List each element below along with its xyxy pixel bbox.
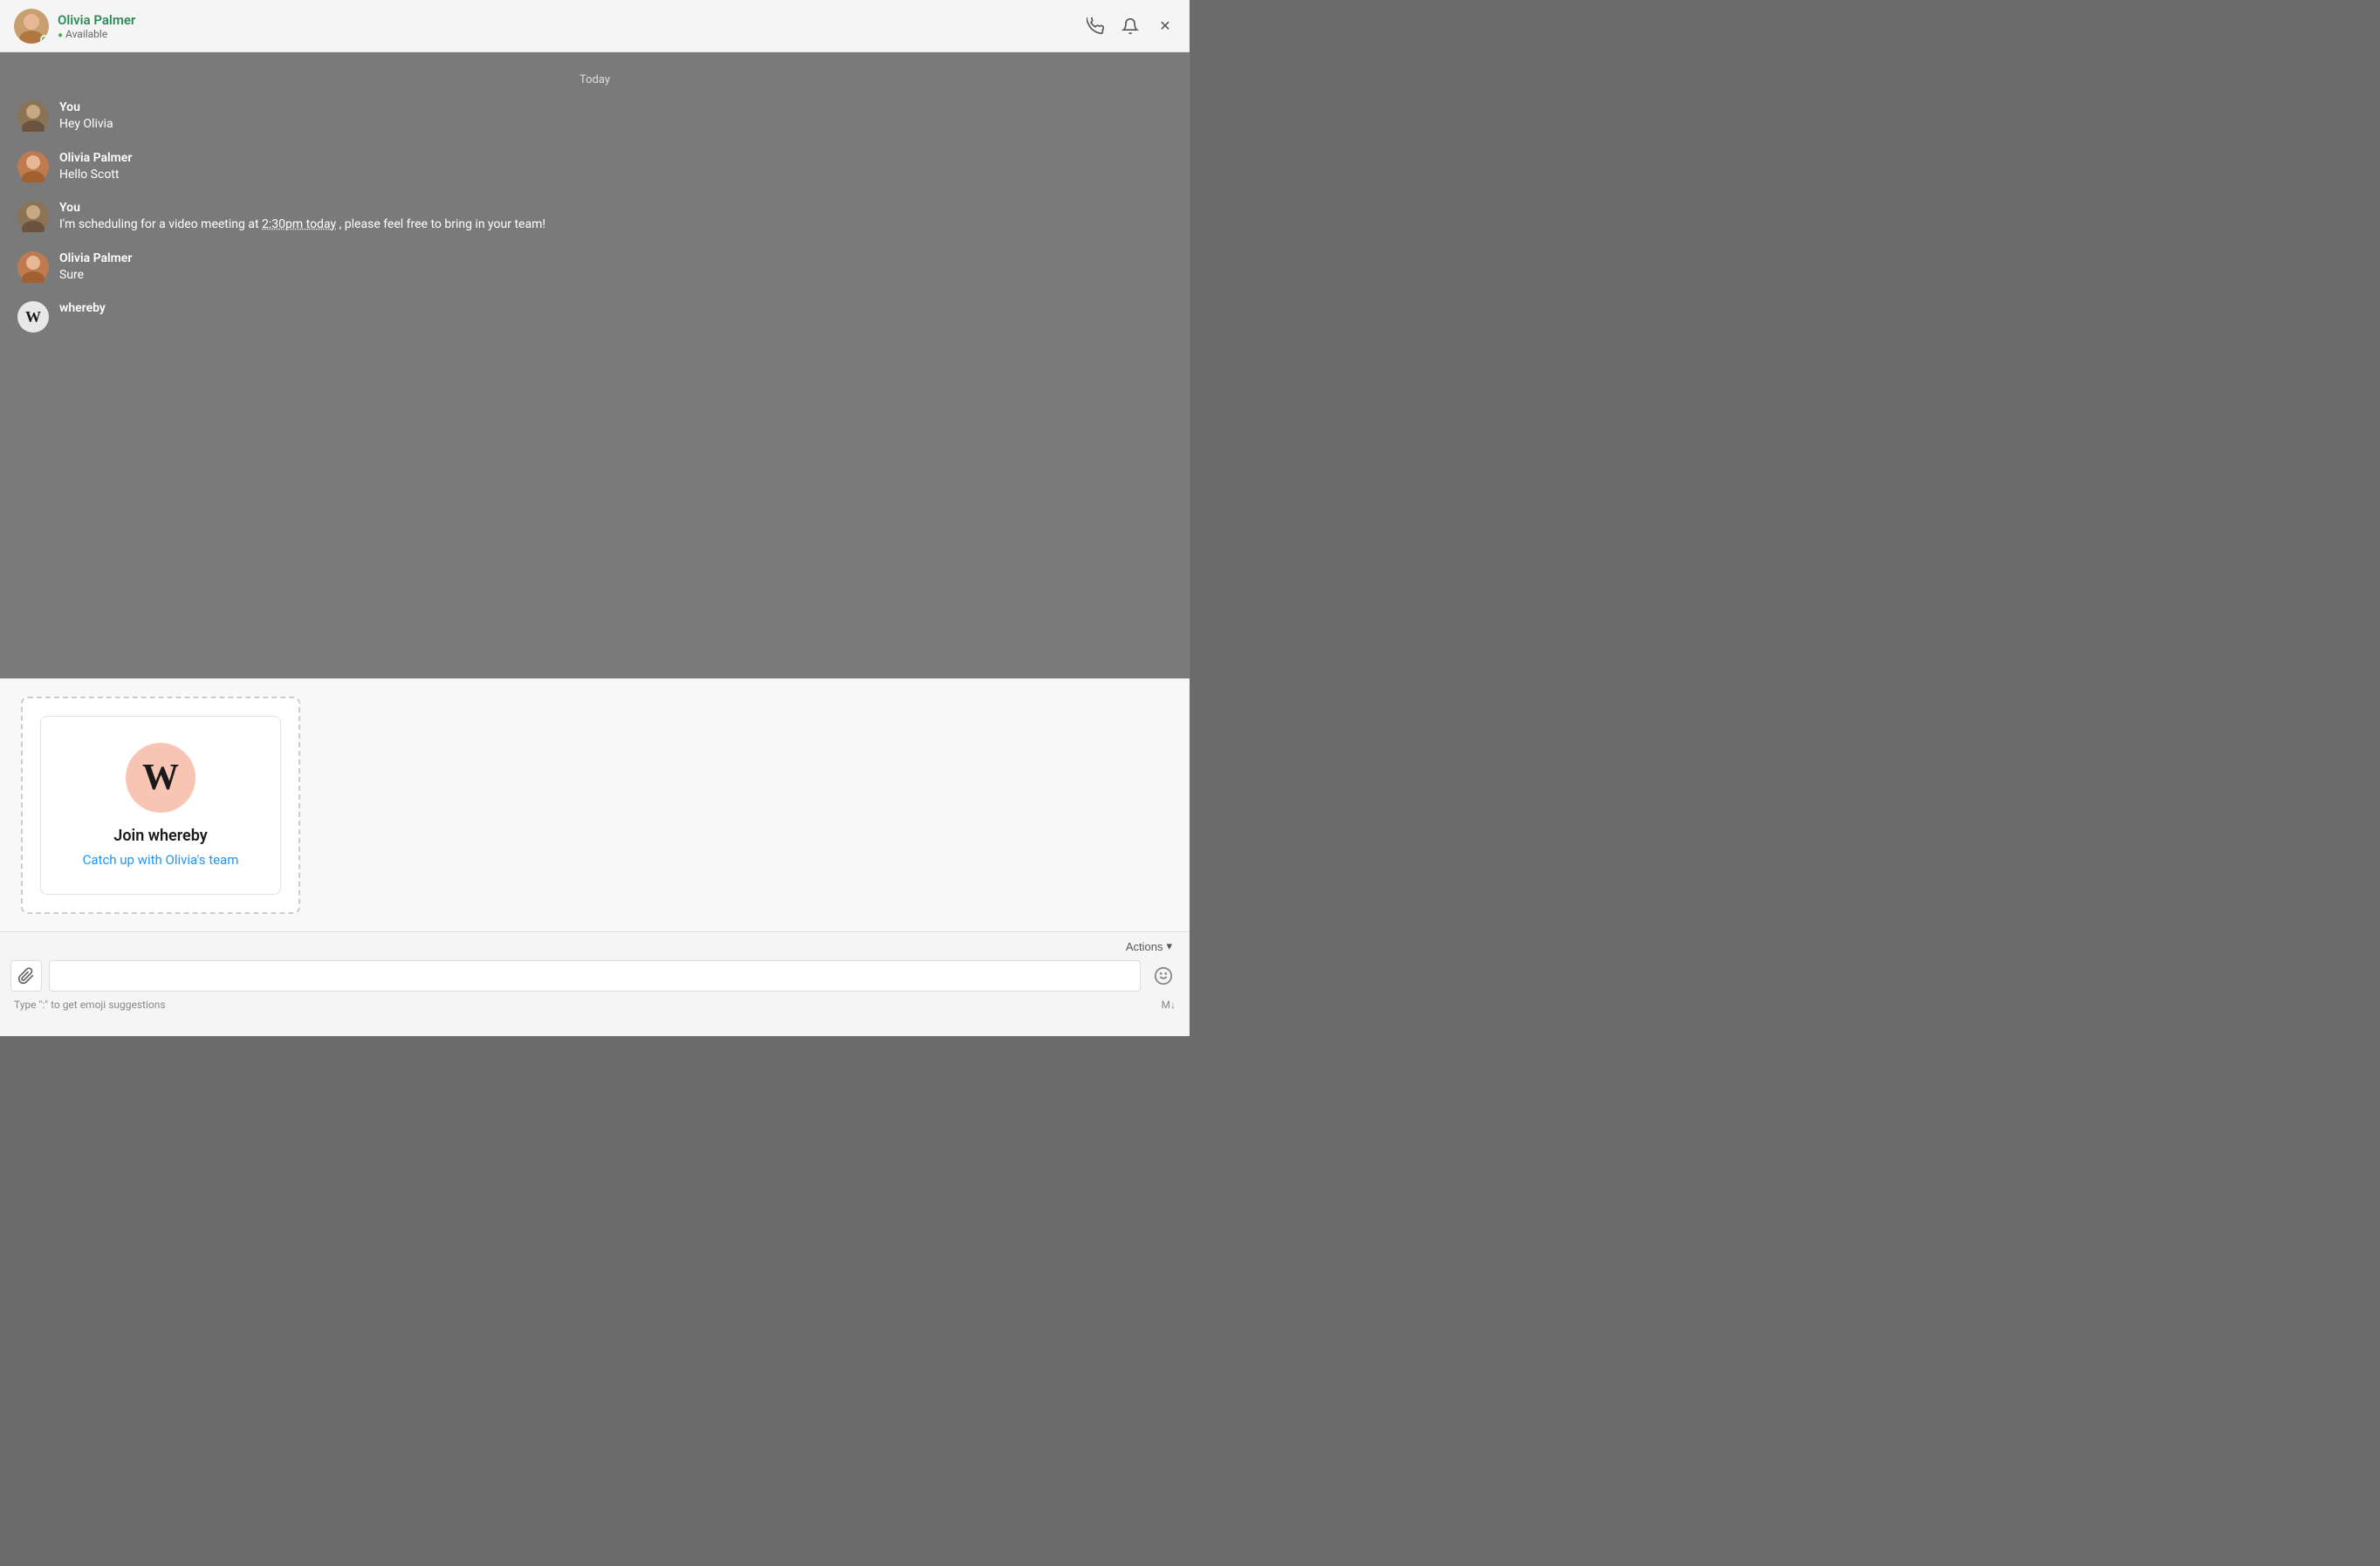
bottom-area: Actions ▾ Type ":" to get emoji suggesti… — [0, 931, 1190, 1036]
avatar — [17, 151, 49, 182]
contact-info: Olivia Palmer ● Available — [14, 9, 135, 44]
message-group: You I'm scheduling for a video meeting a… — [17, 201, 1172, 234]
message-sender: Olivia Palmer — [59, 151, 1172, 165]
status-dot — [40, 35, 49, 44]
time-highlight: 2:30pm today — [262, 217, 336, 231]
message-group: Olivia Palmer Sure — [17, 251, 1172, 285]
contact-status: ● Available — [58, 28, 135, 40]
message-sender: Olivia Palmer — [59, 251, 1172, 265]
avatar — [17, 201, 49, 232]
contact-name: Olivia Palmer — [58, 12, 135, 28]
hint-bar: Type ":" to get emoji suggestions M↓ — [0, 995, 1190, 1011]
card-container: W Join whereby Catch up with Olivia's te… — [0, 678, 1190, 931]
input-row — [0, 957, 1190, 995]
message-sender: You — [59, 100, 1172, 114]
header-actions: ✕ — [1085, 16, 1176, 37]
avatar — [17, 100, 49, 132]
whereby-title: Join whereby — [58, 827, 263, 845]
message-content: You Hey Olivia — [59, 100, 1172, 134]
date-divider: Today — [17, 73, 1172, 86]
contact-avatar — [14, 9, 49, 44]
attach-button[interactable] — [10, 960, 42, 992]
message-sender: whereby — [59, 301, 1172, 315]
message-group: Olivia Palmer Hello Scott — [17, 151, 1172, 184]
message-sender: You — [59, 201, 1172, 215]
chevron-down-icon: ▾ — [1166, 939, 1172, 953]
message-content: Olivia Palmer Sure — [59, 251, 1172, 285]
avatar: W — [17, 301, 49, 333]
message-content: You I'm scheduling for a video meeting a… — [59, 201, 1172, 234]
message-input[interactable] — [49, 960, 1141, 992]
message-text: I'm scheduling for a video meeting at 2:… — [59, 216, 1172, 234]
message-text: Sure — [59, 267, 1172, 285]
whereby-logo-letter: W — [142, 757, 179, 799]
avatar — [17, 251, 49, 283]
message-group: W whereby — [17, 301, 1172, 333]
status-text: Available — [65, 28, 107, 40]
whereby-meeting-link[interactable]: Catch up with Olivia's team — [58, 852, 263, 868]
bell-icon[interactable] — [1120, 16, 1141, 37]
contact-details: Olivia Palmer ● Available — [58, 12, 135, 40]
message-content: whereby — [59, 301, 1172, 317]
emoji-hint: Type ":" to get emoji suggestions — [14, 999, 166, 1011]
whereby-card: W Join whereby Catch up with Olivia's te… — [21, 697, 300, 914]
message-text: Hello Scott — [59, 167, 1172, 184]
actions-bar: Actions ▾ — [0, 932, 1190, 957]
actions-label: Actions — [1126, 940, 1163, 953]
chat-messages-area: Today You Hey Olivia Olivia Palmer Hello — [0, 52, 1190, 678]
message-content: Olivia Palmer Hello Scott — [59, 151, 1172, 184]
call-icon[interactable] — [1085, 16, 1106, 37]
markdown-icon: M↓ — [1162, 999, 1176, 1011]
message-group: You Hey Olivia — [17, 100, 1172, 134]
whereby-logo: W — [126, 743, 195, 813]
actions-button[interactable]: Actions ▾ — [1122, 938, 1176, 955]
close-icon[interactable]: ✕ — [1155, 16, 1176, 37]
whereby-card-inner: W Join whereby Catch up with Olivia's te… — [40, 716, 281, 895]
chat-header: Olivia Palmer ● Available ✕ — [0, 0, 1190, 52]
message-text: Hey Olivia — [59, 116, 1172, 134]
emoji-button[interactable] — [1148, 960, 1179, 992]
